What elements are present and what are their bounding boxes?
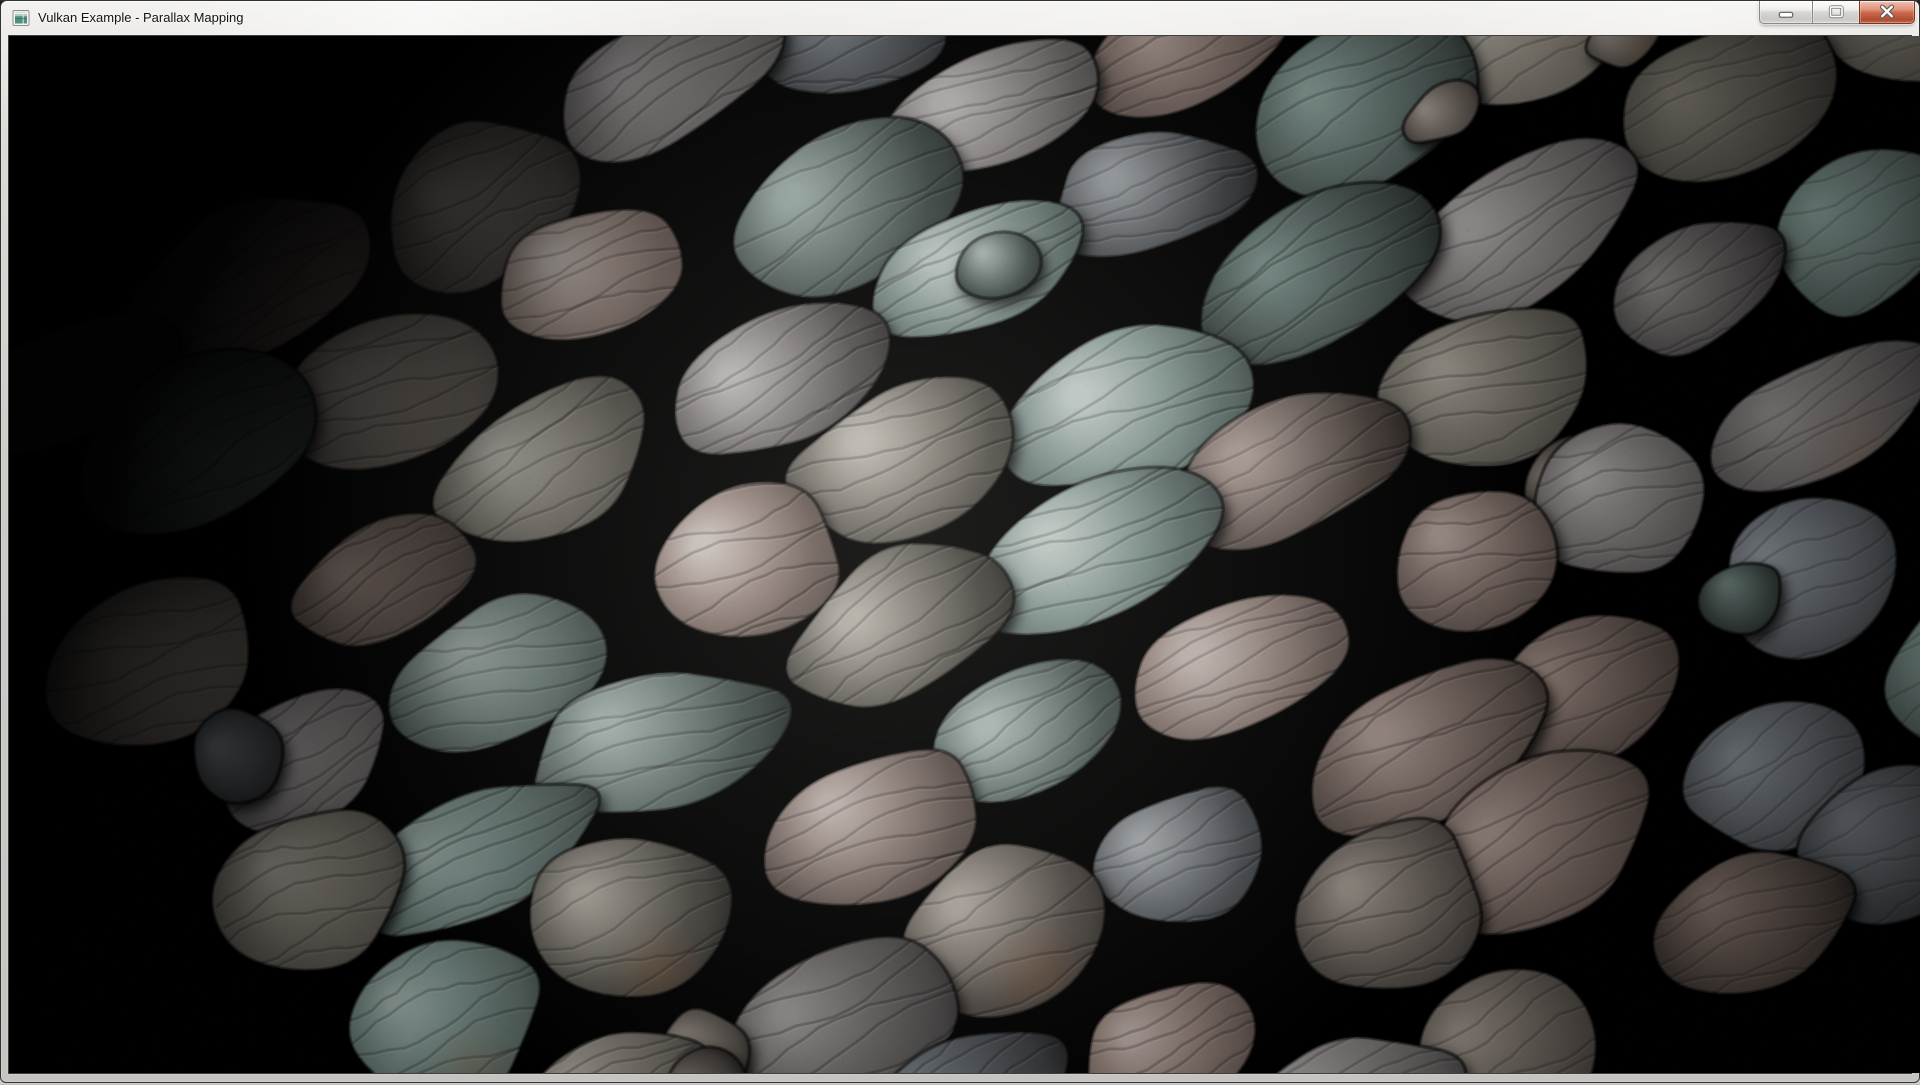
maximize-icon (1823, 4, 1849, 20)
title-bar[interactable]: Vulkan Example - Parallax Mapping (1, 1, 1919, 35)
window-title: Vulkan Example - Parallax Mapping (38, 1, 243, 35)
close-button[interactable] (1859, 1, 1915, 24)
app-icon[interactable] (12, 9, 30, 27)
render-view-left[interactable] (9, 36, 1920, 1073)
render-area (9, 36, 1911, 1073)
maximize-button[interactable] (1813, 1, 1859, 24)
window-controls (1759, 1, 1915, 24)
minimize-button[interactable] (1759, 1, 1813, 24)
minimize-icon (1773, 4, 1799, 20)
titlebar-glass-sheen (1, 1, 1919, 35)
close-icon (1874, 4, 1900, 20)
app-window: Vulkan Example - Parallax Mapping (0, 0, 1920, 1083)
